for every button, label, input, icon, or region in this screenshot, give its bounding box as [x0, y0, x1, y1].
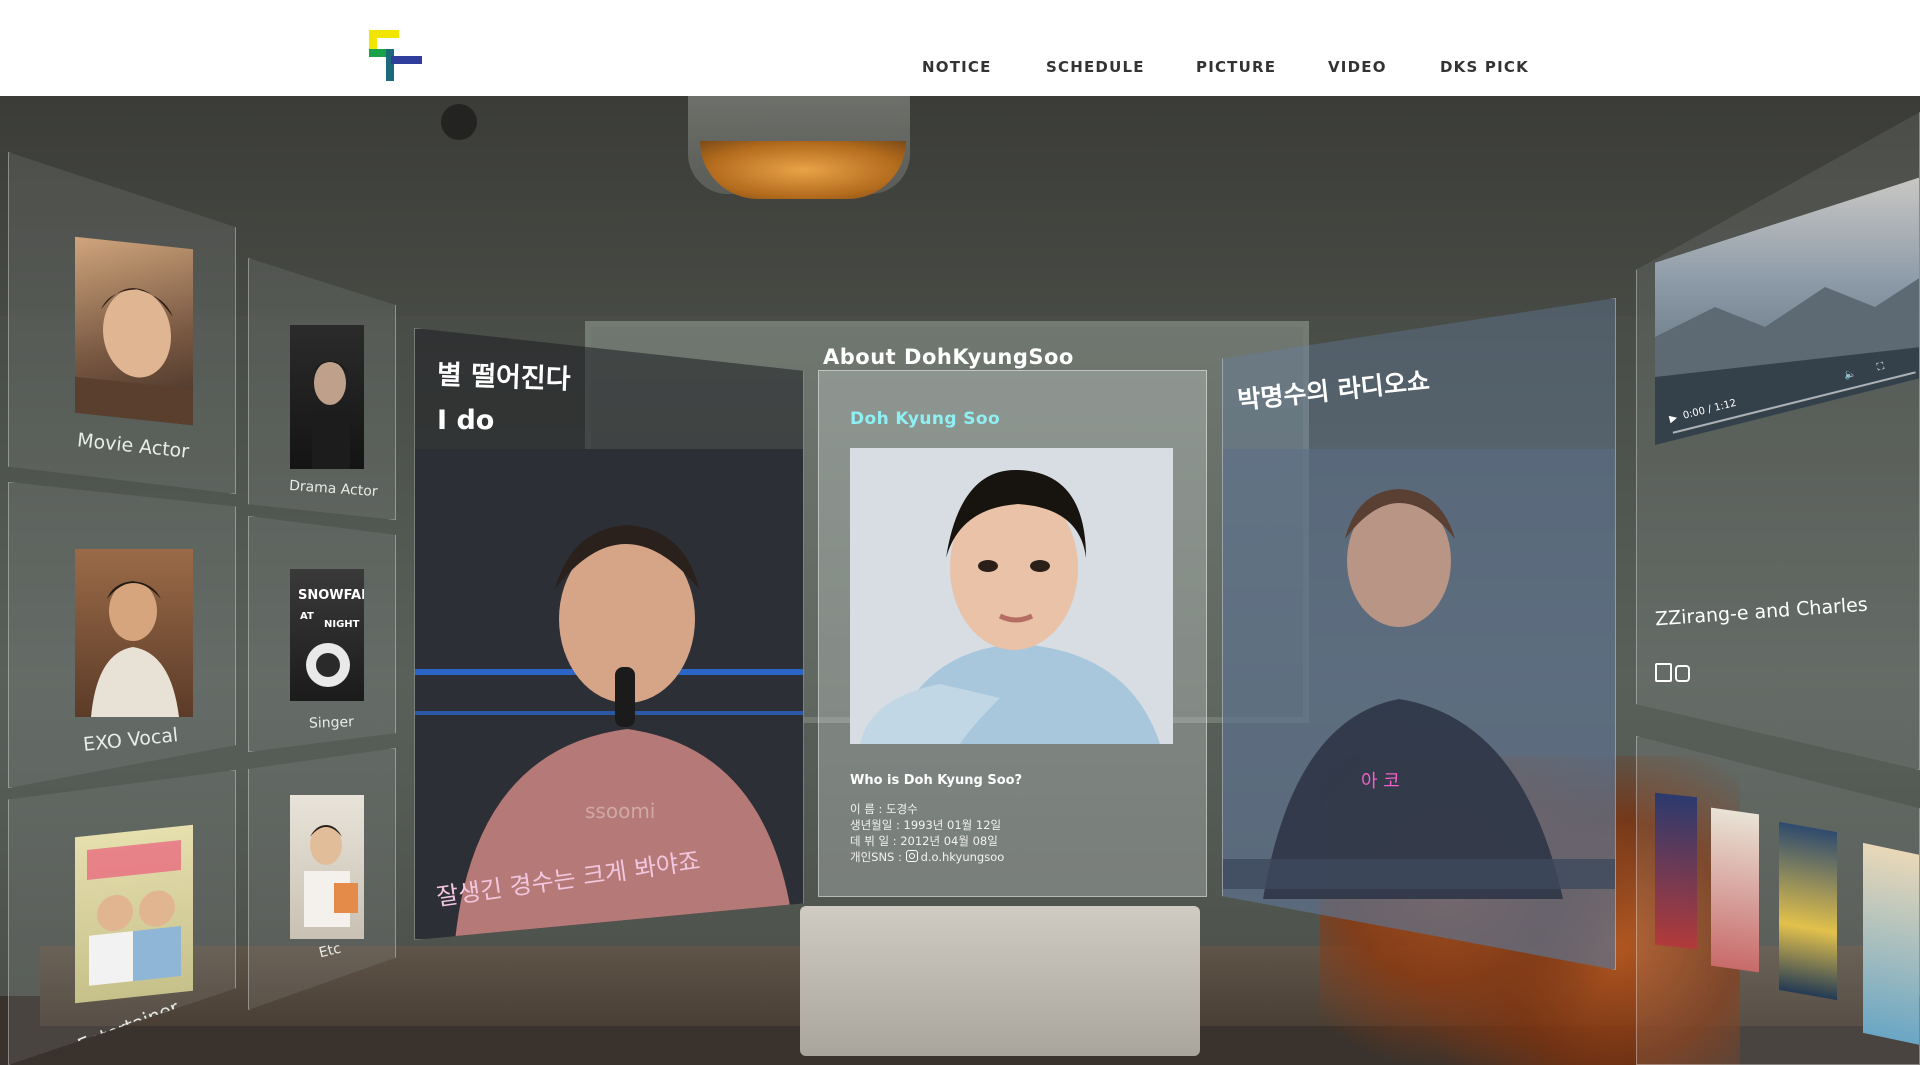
- profile-name: Doh Kyung Soo: [850, 409, 1001, 429]
- featured-clip-title-line2: I do: [437, 405, 495, 436]
- singer-label: Singer: [308, 714, 355, 732]
- etc-label: Etc: [317, 940, 343, 962]
- nav-schedule[interactable]: SCHEDULE: [1046, 58, 1145, 76]
- video-progress-bar[interactable]: [1672, 371, 1916, 434]
- zzirang-title: ZZirang-e and Charles: [1654, 593, 1869, 631]
- svg-text:SNOWFALL: SNOWFALL: [298, 588, 364, 603]
- entertainer-poster: [75, 824, 193, 1004]
- twitter-icon[interactable]: [1655, 663, 1672, 682]
- singer-poster: SNOWFALL AT NIGHT: [290, 569, 378, 701]
- profile-sns-handle[interactable]: d.o.hkyungsoo: [921, 850, 1005, 864]
- drama-actor-label: Drama Actor: [288, 477, 379, 501]
- about-section-title: About DohKyungSoo: [823, 345, 1074, 369]
- featured-clip-panel[interactable]: 별 떨어진다 I do ssoomi 잘생긴 경수는 크게 봐야죠: [414, 328, 804, 940]
- movie-actor-poster: [75, 236, 193, 426]
- profile-sns-label: 개인SNS :: [850, 850, 906, 864]
- nav-video[interactable]: VIDEO: [1328, 58, 1387, 76]
- radio-show-panel[interactable]: 박명수의 라디오쇼 아 코: [1222, 298, 1616, 970]
- movie-actor-label: Movie Actor: [76, 429, 191, 463]
- main-nav: NOTICE SCHEDULE PICTURE VIDEO DKS PICK: [0, 58, 1920, 78]
- drama-actor-poster: [290, 325, 364, 469]
- radio-show-caption: 아 코: [1361, 771, 1400, 792]
- featured-clip-title-line1: 별 떨어진다: [436, 359, 572, 396]
- fullscreen-icon[interactable]: ⛶: [1876, 361, 1885, 373]
- nav-notice[interactable]: NOTICE: [922, 58, 992, 76]
- profile-photo: [850, 448, 1173, 744]
- profile-info-birthday: 생년월일 : 1993년 01월 12일: [850, 818, 1002, 832]
- nav-dks-pick[interactable]: DKS PICK: [1440, 58, 1529, 76]
- goods-item-3: [1779, 821, 1837, 1001]
- goods-item-1: [1655, 792, 1697, 950]
- featured-clip-watermark: ssoomi: [585, 799, 656, 823]
- profile-info: 이 름 : 도경수 생년월일 : 1993년 01월 12일 데 뷔 일 : 2…: [850, 801, 1004, 865]
- svg-text:AT: AT: [300, 611, 314, 622]
- etc-poster: [290, 795, 364, 939]
- profile-info-sns: 개인SNS : d.o.hkyungsoo: [850, 849, 1004, 865]
- profile-info-debut: 데 뷔 일 : 2012년 04월 08일: [850, 834, 998, 848]
- exo-vocal-poster: [75, 549, 193, 717]
- svg-text:NIGHT: NIGHT: [324, 619, 360, 630]
- volume-icon[interactable]: 🔈: [1843, 368, 1858, 382]
- profile-question: Who is Doh Kyung Soo?: [850, 773, 1023, 788]
- profile-info-name: 이 름 : 도경수: [850, 802, 918, 816]
- background-light-fixture: [441, 104, 477, 140]
- goods-item-2: [1711, 807, 1759, 973]
- instagram-icon: [905, 850, 918, 862]
- site-header: NOTICE SCHEDULE PICTURE VIDEO DKS PICK: [0, 0, 1920, 96]
- instagram-icon[interactable]: [1675, 665, 1690, 682]
- category-exo-vocal[interactable]: EXO Vocal: [8, 482, 236, 788]
- goods-item-4: [1863, 842, 1919, 1046]
- background-sink: [800, 906, 1200, 1056]
- exo-vocal-label: EXO Vocal: [82, 724, 180, 756]
- nav-picture[interactable]: PICTURE: [1196, 58, 1276, 76]
- play-icon[interactable]: ▶: [1668, 412, 1678, 425]
- about-profile-card: Doh Kyung Soo Who is Doh Kyung Soo? 이 름 …: [818, 370, 1207, 897]
- category-singer[interactable]: SNOWFALL AT NIGHT Singer: [248, 516, 396, 752]
- background-lamp-glow: [700, 141, 906, 199]
